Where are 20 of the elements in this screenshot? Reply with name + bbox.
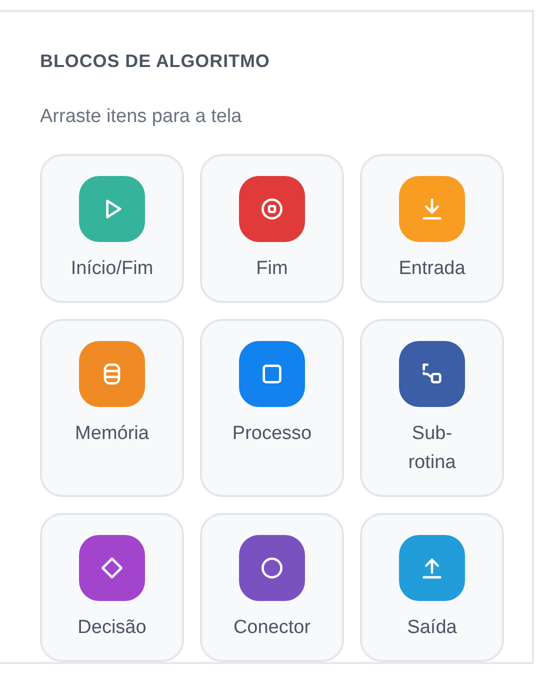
block-item[interactable]: Início/Fim <box>40 154 184 302</box>
block-item[interactable]: Processo <box>200 318 344 496</box>
block-label: Memória <box>75 422 149 446</box>
block-label: Fim <box>256 256 288 280</box>
block-label: Entrada <box>398 256 466 280</box>
block-label: Saída <box>407 616 457 640</box>
block-label: Decisão <box>78 616 146 640</box>
panel-subtitle: Arraste itens para a tela <box>40 105 243 129</box>
block-item[interactable]: Memória <box>40 318 184 496</box>
block-label: Conector <box>233 616 311 640</box>
block-label: Sub- rotina <box>408 422 456 474</box>
block-item[interactable]: Sub- rotina <box>360 318 504 496</box>
block-item[interactable]: Fim <box>200 154 344 302</box>
block-item[interactable]: Entrada <box>360 154 504 302</box>
block-label: Início/Fim <box>70 256 154 280</box>
panel-title: BLOCOS DE ALGORITMO <box>40 50 271 73</box>
block-item[interactable]: Saída <box>360 512 504 662</box>
block-item[interactable]: Conector <box>200 512 344 662</box>
block-label: Processo <box>232 422 312 446</box>
block-item[interactable]: Decisão <box>40 512 184 662</box>
